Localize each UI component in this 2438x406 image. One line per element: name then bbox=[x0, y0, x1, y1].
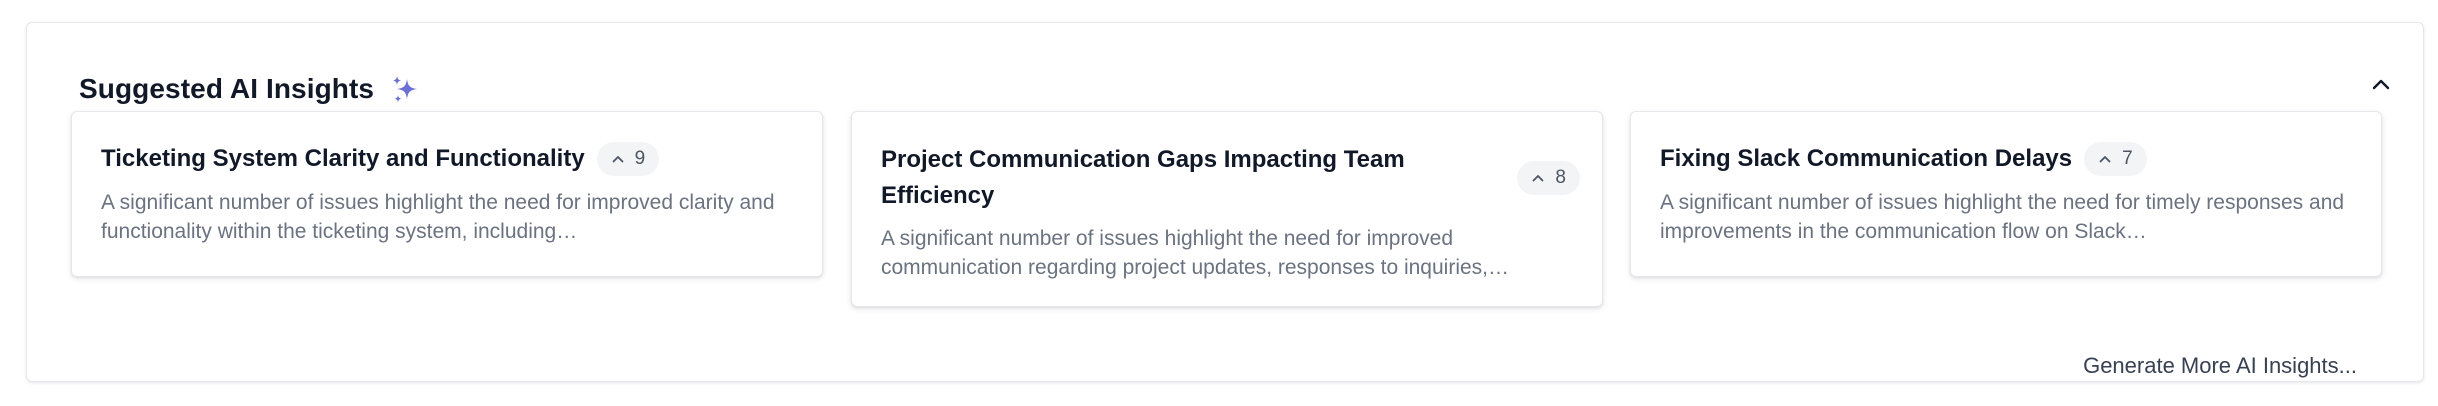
upvote-count-badge[interactable]: 8 bbox=[1517, 161, 1580, 195]
card-description: A significant number of issues highlight… bbox=[1660, 191, 2345, 243]
card-header: Project Communication Gaps Impacting Tea… bbox=[881, 142, 1580, 214]
insight-card[interactable]: Ticketing System Clarity and Functionali… bbox=[71, 111, 823, 277]
chevron-up-icon bbox=[612, 156, 624, 163]
card-title: Ticketing System Clarity and Functionali… bbox=[101, 145, 585, 172]
card-header: Ticketing System Clarity and Functionali… bbox=[101, 142, 792, 176]
chevron-up-icon bbox=[1533, 175, 1544, 182]
card-title: Project Communication Gaps Impacting Tea… bbox=[881, 146, 1405, 209]
generate-more-insights-link[interactable]: Generate More AI Insights... bbox=[2083, 353, 2357, 379]
card-description: A significant number of issues highlight… bbox=[881, 227, 1510, 279]
insight-card[interactable]: Project Communication Gaps Impacting Tea… bbox=[851, 111, 1603, 307]
upvote-count: 8 bbox=[1555, 167, 1566, 188]
chevron-up-icon bbox=[2372, 79, 2390, 90]
upvote-count: 9 bbox=[634, 148, 646, 169]
card-description: A significant number of issues highlight… bbox=[101, 191, 775, 243]
sparkle-icon bbox=[388, 73, 422, 107]
upvote-count-badge[interactable]: 7 bbox=[2084, 142, 2147, 176]
collapse-button[interactable] bbox=[2363, 67, 2399, 103]
panel-title: Suggested AI Insights bbox=[79, 73, 375, 104]
card-title: Fixing Slack Communication Delays bbox=[1660, 145, 2073, 172]
upvote-count: 7 bbox=[2122, 148, 2133, 169]
panel-header: Suggested AI Insights bbox=[79, 71, 422, 107]
insight-cards: Ticketing System Clarity and Functionali… bbox=[71, 111, 2383, 331]
upvote-count-badge[interactable]: 9 bbox=[596, 142, 660, 176]
card-header: Fixing Slack Communication Delays 7 bbox=[1660, 142, 2351, 176]
insight-card[interactable]: Fixing Slack Communication Delays 7 A si… bbox=[1630, 111, 2382, 277]
ai-insights-panel: Suggested AI Insights Ticketing System C… bbox=[26, 22, 2424, 382]
chevron-up-icon bbox=[2099, 156, 2111, 163]
